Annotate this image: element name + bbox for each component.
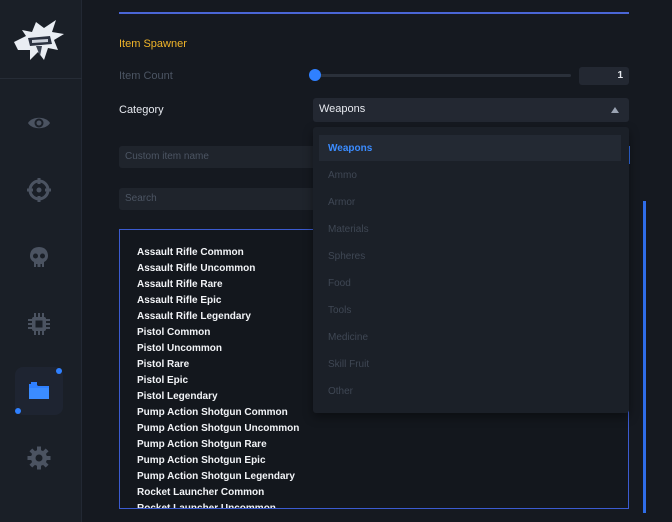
list-item[interactable]: Pistol Epic [137, 375, 188, 386]
category-select[interactable]: Weapons [313, 98, 629, 122]
gear-icon [27, 446, 51, 470]
list-item[interactable]: Assault Rifle Common [137, 247, 244, 258]
list-item[interactable]: Pistol Common [137, 327, 210, 338]
folder-icon [29, 382, 49, 399]
category-dropdown: Weapons Ammo Armor Materials Spheres Food Tool… [313, 127, 629, 413]
list-item[interactable]: Assault Rifle Uncommon [137, 263, 255, 274]
sidebar-item-enemies[interactable] [15, 233, 63, 281]
list-item[interactable]: Pistol Uncommon [137, 343, 222, 354]
dropdown-option-tools[interactable]: Tools [319, 297, 621, 323]
category-selected-value: Weapons [319, 103, 366, 115]
dropdown-option-spheres[interactable]: Spheres [319, 243, 621, 269]
list-item[interactable]: Pump Action Shotgun Uncommon [137, 423, 299, 434]
skull-icon [30, 247, 48, 267]
list-item[interactable]: Assault Rifle Rare [137, 279, 223, 290]
chevron-up-icon [611, 107, 619, 113]
list-item[interactable]: Pistol Rare [137, 359, 189, 370]
sidebar-item-misc[interactable] [15, 300, 63, 348]
knight-logo [8, 14, 68, 68]
main-panel: Item Spawner Item Count 1 Category Weapo… [83, 0, 672, 522]
dropdown-option-medicine[interactable]: Medicine [319, 324, 621, 350]
item-count-input[interactable]: 1 [579, 67, 629, 85]
chip-icon [28, 313, 50, 335]
sidebar-item-aim[interactable] [15, 166, 63, 214]
list-item[interactable]: Pistol Legendary [137, 391, 218, 402]
sidebar [0, 0, 82, 522]
dropdown-option-other[interactable]: Other [319, 378, 621, 404]
dropdown-option-materials[interactable]: Materials [319, 216, 621, 242]
sidebar-item-items[interactable] [15, 367, 63, 415]
sidebar-item-visuals[interactable] [15, 99, 63, 147]
section-divider [119, 12, 629, 14]
list-item[interactable]: Pump Action Shotgun Legendary [137, 471, 295, 482]
dropdown-option-food[interactable]: Food [319, 270, 621, 296]
item-count-slider[interactable] [315, 74, 571, 77]
active-indicator-dot [56, 368, 62, 374]
dropdown-option-weapons[interactable]: Weapons [319, 135, 621, 161]
list-item[interactable]: Pump Action Shotgun Epic [137, 455, 266, 466]
list-item[interactable]: Pump Action Shotgun Rare [137, 439, 267, 450]
search-input[interactable]: Search [119, 188, 319, 210]
sidebar-item-settings[interactable] [15, 434, 63, 482]
item-count-slider-thumb[interactable] [309, 69, 321, 81]
list-item[interactable]: Rocket Launcher Common [137, 487, 264, 498]
category-label: Category [119, 104, 164, 116]
list-item[interactable]: Assault Rifle Epic [137, 295, 221, 306]
dropdown-option-skill-fruit[interactable]: Skill Fruit [319, 351, 621, 377]
logo-divider [0, 78, 82, 79]
active-indicator-dot [15, 408, 21, 414]
custom-item-name-input[interactable]: Custom item name [119, 146, 319, 168]
dropdown-option-armor[interactable]: Armor [319, 189, 621, 215]
list-item[interactable]: Assault Rifle Legendary [137, 311, 251, 322]
list-item[interactable]: Rocket Launcher Uncommon [137, 503, 276, 508]
item-count-label: Item Count [119, 70, 173, 82]
crosshair-icon [27, 178, 51, 202]
list-item[interactable]: Pump Action Shotgun Common [137, 407, 288, 418]
section-title: Item Spawner [119, 38, 187, 50]
dropdown-option-ammo[interactable]: Ammo [319, 162, 621, 188]
eye-icon [28, 117, 50, 129]
scrollbar[interactable] [643, 201, 646, 513]
